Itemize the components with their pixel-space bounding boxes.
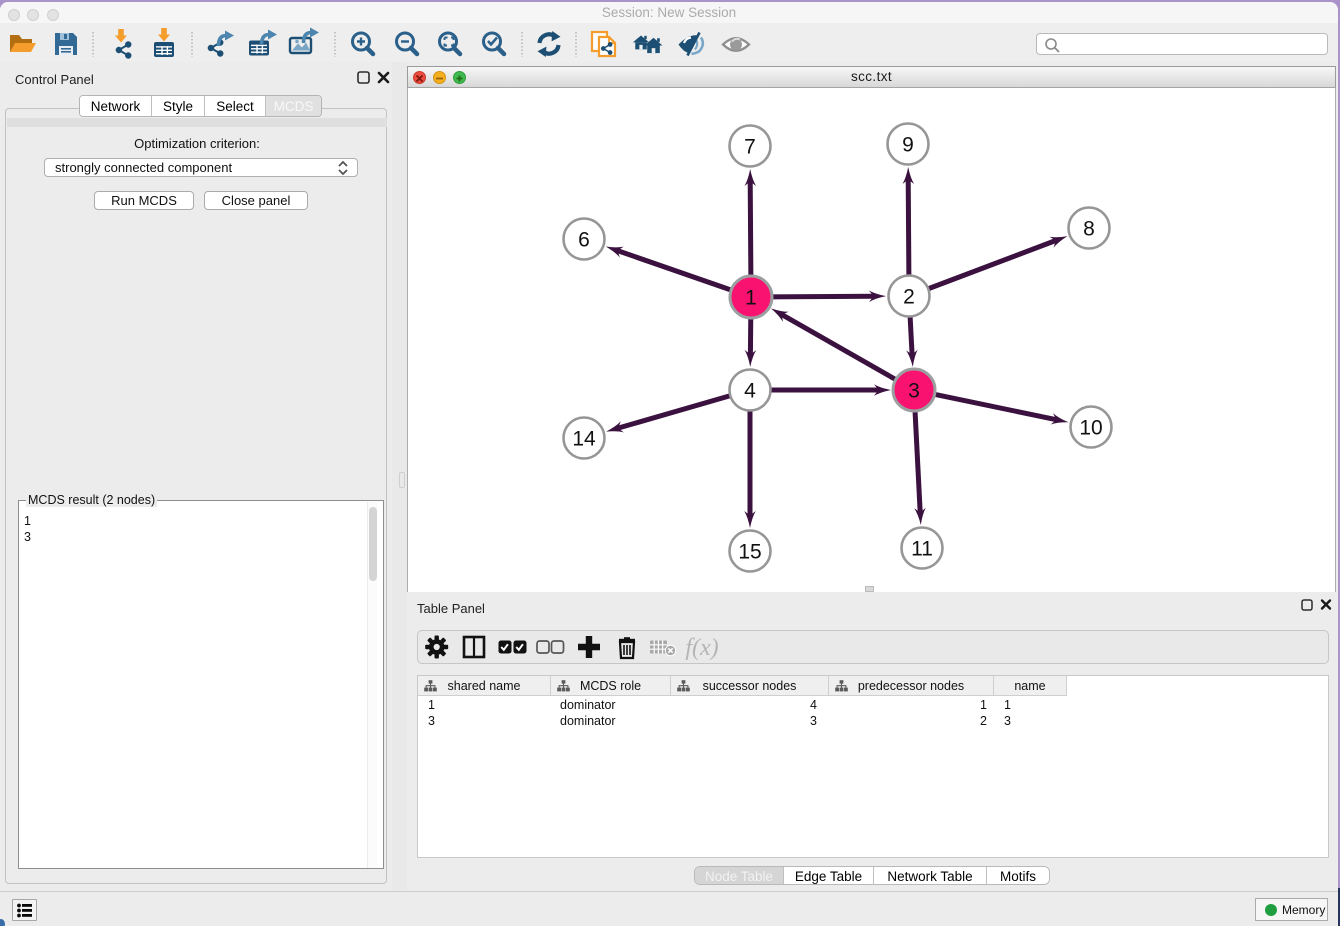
svg-text:1: 1 — [745, 287, 757, 310]
svg-text:6: 6 — [578, 229, 590, 252]
svg-text:10: 10 — [1079, 417, 1102, 440]
svg-text:9: 9 — [902, 134, 914, 157]
svg-text:4: 4 — [744, 380, 756, 403]
svg-text:11: 11 — [911, 538, 933, 561]
svg-text:3: 3 — [908, 380, 920, 403]
svg-text:8: 8 — [1083, 218, 1095, 241]
svg-text:15: 15 — [738, 541, 761, 564]
svg-text:14: 14 — [572, 428, 596, 451]
svg-text:f(x): f(x) — [685, 635, 718, 661]
svg-text:2: 2 — [903, 286, 915, 309]
svg-text:7: 7 — [744, 136, 756, 159]
